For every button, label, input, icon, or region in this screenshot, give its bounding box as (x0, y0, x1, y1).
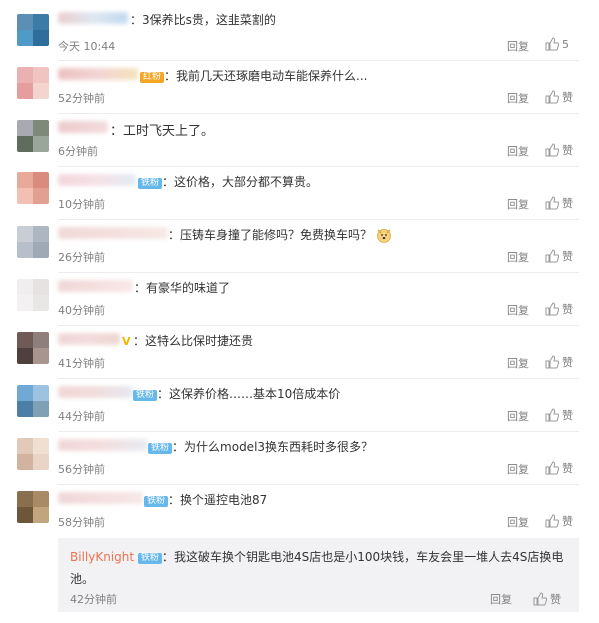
avatar[interactable] (17, 14, 49, 46)
blurred-username[interactable] (58, 121, 108, 133)
thumbs-up-icon (533, 592, 548, 606)
blurred-username[interactable] (58, 386, 133, 398)
like-button[interactable]: 赞 (545, 89, 573, 105)
like-button[interactable]: 赞 (545, 513, 573, 529)
comment-list: { "comments": [ {"text":"3保养比s贵，这韭菜割的","… (0, 0, 599, 623)
blurred-username[interactable] (58, 333, 120, 345)
divider (58, 431, 579, 432)
comment-text: 铁粉 ：这保养价格……基本10倍成本价 (133, 385, 340, 402)
reply-button[interactable]: 回复 (507, 302, 529, 318)
reply-button[interactable]: 回复 (507, 408, 529, 424)
blurred-username[interactable] (58, 280, 133, 292)
avatar[interactable] (17, 332, 49, 364)
comment-text: 铁粉 ：为什么model3换东西耗时多很多？ (148, 438, 373, 455)
fan-badge: 铁粉 (137, 553, 162, 564)
blurred-username[interactable] (58, 492, 143, 504)
divider (58, 60, 579, 61)
comment-text: ：工时飞天上了。 (110, 124, 215, 139)
avatar[interactable] (17, 226, 49, 258)
blurred-username[interactable] (58, 227, 168, 239)
divider (58, 325, 579, 326)
reply-button[interactable]: 回复 (507, 143, 529, 159)
thumbs-up-icon (545, 461, 560, 475)
blurred-username[interactable] (58, 174, 136, 186)
divider (58, 484, 579, 485)
fan-badge: 铁粉 (144, 496, 169, 507)
thumbs-up-icon (545, 249, 560, 263)
like-button[interactable]: 5 (545, 37, 569, 51)
sub-like-button[interactable]: 赞 (533, 591, 561, 607)
fan-badge: 铁粉 (133, 390, 158, 401)
comment-time: 44分钟前 (58, 410, 105, 423)
thumbs-up-icon (545, 143, 560, 157)
avatar[interactable] (17, 438, 49, 470)
reply-button[interactable]: 回复 (507, 196, 529, 212)
comment-text: ：有豪华的味道了 (134, 281, 231, 295)
avatar[interactable] (17, 385, 49, 417)
comment-time: 26分钟前 (58, 251, 105, 264)
comment-text: ：压铸车身撞了能修吗？免费换车吗？ (168, 226, 392, 243)
thumbs-up-icon (545, 37, 560, 51)
comment-time: 41分钟前 (58, 357, 105, 370)
comment-time: 10分钟前 (58, 198, 105, 211)
divider (58, 272, 579, 273)
like-button[interactable]: 赞 (545, 195, 573, 211)
dog-face-emoji (376, 229, 391, 243)
comment-text: V ：这特么比保时捷还贵 (122, 334, 254, 348)
like-button[interactable]: 赞 (545, 460, 573, 476)
thumbs-up-icon (545, 90, 560, 104)
avatar[interactable] (17, 67, 49, 99)
comment-time: 52分钟前 (58, 92, 105, 105)
blurred-username[interactable] (58, 439, 148, 451)
reply-button[interactable]: 回复 (507, 90, 529, 106)
reply-button[interactable]: 回复 (507, 249, 529, 265)
comment-time: 6分钟前 (58, 145, 98, 158)
fan-badge: 铁粉 (138, 178, 163, 189)
sub-reply-text: BillyKnight 铁粉 ：我这破车换个钥匙电池4S店也是小100块钱，车友会… (70, 550, 564, 586)
like-button[interactable]: 赞 (545, 354, 573, 370)
like-button[interactable]: 赞 (545, 142, 573, 158)
comment-text: 铁粉 ：换个遥控电池87 (144, 491, 267, 508)
thumbs-up-icon (545, 355, 560, 369)
divider (58, 113, 579, 114)
fan-badge: 铁粉 (148, 443, 173, 454)
sub-reply-username[interactable]: BillyKnight (70, 550, 134, 564)
comment-time: 56分钟前 (58, 463, 105, 476)
blurred-username[interactable] (58, 68, 138, 80)
thumbs-up-icon (545, 514, 560, 528)
like-button[interactable]: 赞 (545, 248, 573, 264)
comment-text: 红粉 ：我前几天还琢磨电动车能保养什么... (140, 67, 367, 84)
avatar[interactable] (17, 120, 49, 152)
avatar[interactable] (17, 279, 49, 311)
sub-reply-box: BillyKnight 铁粉 ：我这破车换个钥匙电池4S店也是小100块钱，车友会… (58, 538, 579, 612)
fan-badge: 红粉 (140, 72, 165, 83)
thumbs-up-icon (545, 302, 560, 316)
like-button[interactable]: 赞 (545, 407, 573, 423)
thumbs-up-icon (545, 196, 560, 210)
reply-button[interactable]: 回复 (507, 514, 529, 530)
verified-v-badge: V (122, 335, 131, 348)
comment-time: 58分钟前 (58, 516, 105, 529)
comment-time: 今天 10:44 (58, 40, 116, 53)
avatar[interactable] (17, 172, 49, 204)
sub-reply-button[interactable]: 回复 (490, 591, 512, 607)
comment-text: ：3保养比s贵，这韭菜割的 (130, 13, 276, 27)
reply-button[interactable]: 回复 (507, 38, 529, 54)
avatar[interactable] (17, 491, 49, 523)
blurred-username[interactable] (58, 12, 128, 24)
divider (58, 219, 579, 220)
reply-button[interactable]: 回复 (507, 461, 529, 477)
comment-text: 铁粉 ：这价格，大部分都不算贵。 (138, 173, 318, 190)
like-button[interactable]: 赞 (545, 301, 573, 317)
reply-button[interactable]: 回复 (507, 355, 529, 371)
divider (58, 378, 579, 379)
comment-time: 40分钟前 (58, 304, 105, 317)
divider (58, 166, 579, 167)
sub-reply-time: 42分钟前 (70, 593, 117, 606)
thumbs-up-icon (545, 408, 560, 422)
